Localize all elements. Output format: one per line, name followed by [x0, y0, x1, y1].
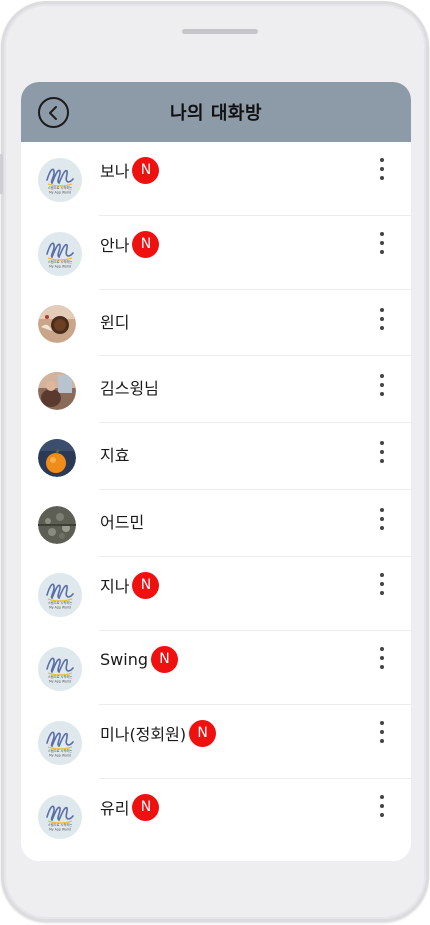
more-options-icon[interactable]: [373, 372, 391, 398]
room-name-wrap: 유리 N: [100, 793, 160, 821]
new-message-badge: N: [132, 793, 160, 821]
back-button[interactable]: [38, 97, 69, 128]
svg-text:My App World: My App World: [49, 828, 71, 832]
more-options-icon[interactable]: [373, 793, 391, 819]
avatar: [38, 439, 76, 477]
svg-text:스템으로 시작하는: 스템으로 시작하는: [48, 259, 73, 264]
avatar: 스템으로 시작하는 My App World: [38, 573, 82, 617]
more-options-icon[interactable]: [373, 306, 391, 332]
room-name-wrap: 윈디: [100, 307, 129, 335]
svg-text:스템으로 시작하는: 스템으로 시작하는: [48, 822, 73, 827]
new-message-badge: N: [150, 645, 178, 673]
svg-text:My App World: My App World: [49, 265, 71, 269]
room-name: 윈디: [100, 313, 130, 332]
room-name: 어드민: [100, 513, 145, 532]
room-name-wrap: 어드민: [100, 507, 144, 535]
chat-room-row[interactable]: 스템으로 시작하는 My App World 지나 N: [21, 557, 411, 631]
room-name: 김스윙님: [100, 379, 159, 398]
room-name-wrap: Swing N: [100, 645, 178, 673]
new-message-badge: N: [189, 719, 217, 747]
more-options-icon[interactable]: [373, 230, 391, 256]
chat-room-row[interactable]: 스템으로 시작하는 My App World 미나(정회원) N: [21, 705, 411, 779]
avatar: [38, 506, 76, 544]
svg-text:My App World: My App World: [49, 606, 71, 610]
app-screen: 나의 대화방 스템으로 시작하는 My App World 보나 N 스템으로 시…: [21, 82, 411, 861]
svg-text:스템으로 시작하는: 스템으로 시작하는: [48, 185, 73, 190]
room-name: Swing: [100, 649, 148, 669]
avatar: 스템으로 시작하는 My App World: [38, 158, 82, 202]
list-bottom-padding: [21, 851, 411, 861]
new-message-badge: N: [132, 156, 160, 184]
chevron-left-icon: [48, 105, 57, 120]
svg-text:My App World: My App World: [49, 191, 71, 195]
svg-text:스템으로 시작하는: 스템으로 시작하는: [48, 674, 73, 679]
svg-text:스템으로 시작하는: 스템으로 시작하는: [48, 748, 73, 753]
new-message-badge: N: [132, 230, 160, 258]
chat-room-row[interactable]: 지효: [21, 423, 411, 490]
volume-button: [0, 154, 3, 194]
room-name: 지나: [100, 577, 130, 596]
room-name-wrap: 지나 N: [100, 571, 160, 599]
more-options-icon[interactable]: [373, 719, 391, 745]
more-options-icon[interactable]: [373, 506, 391, 532]
svg-text:My App World: My App World: [49, 754, 71, 758]
room-name: 안나: [100, 236, 130, 255]
avatar: 스템으로 시작하는 My App World: [38, 721, 82, 765]
avatar: 스템으로 시작하는 My App World: [38, 795, 82, 839]
chat-room-row[interactable]: 스템으로 시작하는 My App World 보나 N: [21, 142, 411, 216]
chat-room-row[interactable]: 스템으로 시작하는 My App World 유리 N: [21, 779, 411, 853]
page-title: 나의 대화방: [169, 103, 263, 124]
svg-text:My App World: My App World: [49, 680, 71, 684]
chat-room-row[interactable]: 윈디: [21, 290, 411, 356]
avatar: 스템으로 시작하는 My App World: [38, 232, 82, 276]
room-name-wrap: 지효: [100, 440, 129, 468]
room-name: 지효: [100, 446, 130, 465]
chat-room-row[interactable]: 스템으로 시작하는 My App World 안나 N: [21, 216, 411, 290]
avatar: 스템으로 시작하는 My App World: [38, 647, 82, 691]
more-options-icon[interactable]: [373, 571, 391, 597]
chat-room-row[interactable]: 어드민: [21, 490, 411, 557]
chat-room-row[interactable]: 김스윙님: [21, 356, 411, 423]
new-message-badge: N: [132, 571, 160, 599]
svg-text:스템으로 시작하는: 스템으로 시작하는: [48, 600, 73, 605]
room-name: 유리: [100, 799, 130, 818]
avatar: [38, 372, 76, 410]
room-name-wrap: 안나 N: [100, 230, 160, 258]
room-name: 미나(정회원): [100, 725, 187, 744]
speaker-slot: [182, 29, 258, 34]
more-options-icon[interactable]: [373, 439, 391, 465]
room-name-wrap: 김스윙님: [100, 373, 159, 401]
chat-room-row[interactable]: 스템으로 시작하는 My App World Swing N: [21, 631, 411, 705]
room-name-wrap: 보나 N: [100, 156, 160, 184]
room-name: 보나: [100, 162, 130, 181]
room-name-wrap: 미나(정회원) N: [100, 719, 217, 747]
more-options-icon[interactable]: [373, 156, 391, 182]
avatar: [38, 305, 76, 343]
more-options-icon[interactable]: [373, 645, 391, 671]
top-bar: 나의 대화방: [21, 82, 411, 142]
